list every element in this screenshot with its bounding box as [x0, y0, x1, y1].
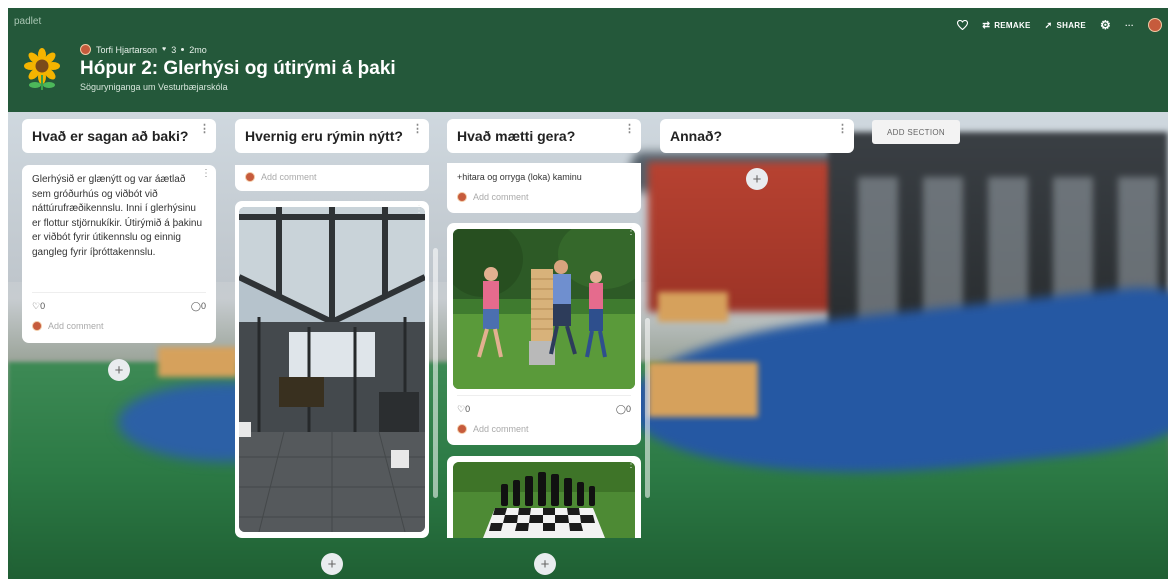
- add-comment-row[interactable]: Add comment: [32, 321, 104, 331]
- share-icon: ➚: [1044, 19, 1053, 30]
- like-count: 3: [171, 44, 177, 55]
- author-row: Torfi Hjartarson ♥ 3 2mo: [80, 44, 207, 55]
- gear-icon: ⚙: [1100, 18, 1112, 32]
- jenga-game-photo: [453, 229, 635, 389]
- column-menu-icon[interactable]: ⋮: [837, 124, 848, 135]
- column-header-usage[interactable]: Hvernig eru rýmin nýtt? ⋮: [235, 119, 429, 153]
- like-button[interactable]: ♡0: [457, 404, 470, 415]
- remake-icon: ⇄: [982, 19, 991, 30]
- padlet-board: padlet Torfi Hjartarson ♥ 3 2mo Hópur 2:…: [8, 8, 1168, 579]
- add-post-button[interactable]: +: [321, 553, 343, 575]
- column-menu-icon[interactable]: ⋮: [624, 124, 635, 135]
- commenter-avatar: [457, 192, 467, 202]
- add-comment-row[interactable]: Add comment: [457, 192, 529, 202]
- add-comment-row[interactable]: Add comment: [245, 172, 317, 182]
- plus-icon: +: [114, 361, 124, 379]
- image-post-card[interactable]: ⋮: [235, 201, 429, 538]
- post-stats: ♡0 ◯0: [32, 292, 206, 312]
- card-menu-icon[interactable]: ⋮: [201, 168, 211, 179]
- comment-count: 0: [625, 404, 631, 414]
- author-avatar: [80, 44, 91, 55]
- post-card[interactable]: ⋮ Glerhýsið er glænýtt og var áætlað sem…: [22, 165, 216, 343]
- comment-button[interactable]: ◯0: [616, 404, 631, 415]
- add-comment-input[interactable]: Add comment: [473, 424, 529, 434]
- more-icon: ···: [1125, 20, 1134, 30]
- remake-label: REMAKE: [994, 20, 1031, 30]
- post-stats: ♡0 ◯0: [457, 395, 631, 415]
- column-title: Hvað er sagan að baki?: [32, 128, 189, 144]
- add-comment-input[interactable]: Add comment: [261, 172, 317, 182]
- add-post-button[interactable]: +: [534, 553, 556, 575]
- board-subtitle: Söguryniganga um Vesturbæjarskóla: [80, 82, 228, 92]
- commenter-avatar: [32, 321, 42, 331]
- heart-icon: ♡: [32, 301, 41, 311]
- post-body: +hitara og orryga (loka) kaminu: [457, 172, 582, 182]
- more-button[interactable]: ···: [1125, 21, 1134, 30]
- commenter-avatar: [457, 424, 467, 434]
- sunflower-icon: [24, 48, 60, 90]
- column-scrollbar[interactable]: [645, 318, 650, 498]
- giant-chess-photo: [453, 462, 635, 538]
- like-count: 0: [40, 301, 46, 311]
- column-title: Annað?: [670, 128, 723, 144]
- column-title: Hvað mætti gera?: [457, 128, 576, 144]
- image-post-card[interactable]: ⋮: [447, 456, 641, 538]
- post-time: 2mo: [189, 44, 207, 55]
- comment-button[interactable]: ◯0: [191, 301, 206, 312]
- image-post-card[interactable]: ⋮: [447, 223, 641, 445]
- board-title: Hópur 2: Glerhýsi og útirými á þaki: [80, 58, 396, 79]
- comment-count: 0: [200, 301, 206, 311]
- post-card[interactable]: Add comment: [235, 165, 429, 191]
- share-button[interactable]: ➚ SHARE: [1045, 20, 1086, 31]
- add-comment-input[interactable]: Add comment: [48, 321, 104, 331]
- post-card[interactable]: +hitara og orryga (loka) kaminu Add comm…: [447, 163, 641, 213]
- board-header: padlet Torfi Hjartarson ♥ 3 2mo Hópur 2:…: [8, 8, 1168, 112]
- add-comment-input[interactable]: Add comment: [473, 192, 529, 202]
- add-post-button[interactable]: +: [746, 168, 768, 190]
- greenhouse-photo: [239, 207, 425, 532]
- like-button[interactable]: [957, 20, 969, 30]
- add-comment-row[interactable]: Add comment: [457, 424, 529, 434]
- plus-icon: +: [327, 555, 337, 573]
- user-avatar[interactable]: [1148, 18, 1162, 32]
- padlet-logo[interactable]: padlet: [14, 16, 41, 27]
- card-menu-icon[interactable]: ⋮: [626, 459, 636, 470]
- separator-dot: [181, 48, 185, 51]
- post-body: Glerhýsið er glænýtt og var áætlað sem g…: [32, 174, 203, 258]
- commenter-avatar: [245, 172, 255, 182]
- column-title: Hvernig eru rýmin nýtt?: [245, 128, 403, 144]
- heart-icon: ♥: [162, 46, 167, 53]
- settings-button[interactable]: ⚙: [1100, 18, 1111, 32]
- author-name[interactable]: Torfi Hjartarson: [96, 45, 157, 55]
- column-header-other[interactable]: Annað? ⋮: [660, 119, 854, 153]
- remake-button[interactable]: ⇄ REMAKE: [982, 20, 1030, 31]
- column-scrollbar[interactable]: [433, 248, 438, 498]
- heart-icon: ♡: [457, 404, 466, 414]
- column-header-ideas[interactable]: Hvað mætti gera? ⋮: [447, 119, 641, 153]
- comment-icon: ◯: [615, 404, 626, 414]
- card-menu-icon[interactable]: ⋮: [414, 204, 424, 215]
- column-menu-icon[interactable]: ⋮: [412, 124, 423, 135]
- share-label: SHARE: [1056, 20, 1087, 30]
- plus-icon: +: [752, 170, 762, 188]
- add-post-button[interactable]: +: [108, 359, 130, 381]
- heart-icon: [957, 20, 969, 30]
- comment-icon: ◯: [190, 301, 201, 311]
- like-count: 0: [465, 404, 471, 414]
- card-menu-icon[interactable]: ⋮: [626, 226, 636, 237]
- add-section-button[interactable]: ADD SECTION: [872, 120, 960, 144]
- column-header-history[interactable]: Hvað er sagan að baki? ⋮: [22, 119, 216, 153]
- toolbar: ⇄ REMAKE ➚ SHARE ⚙ ···: [957, 18, 1162, 32]
- like-button[interactable]: ♡0: [32, 301, 45, 312]
- plus-icon: +: [540, 555, 550, 573]
- column-menu-icon[interactable]: ⋮: [199, 124, 210, 135]
